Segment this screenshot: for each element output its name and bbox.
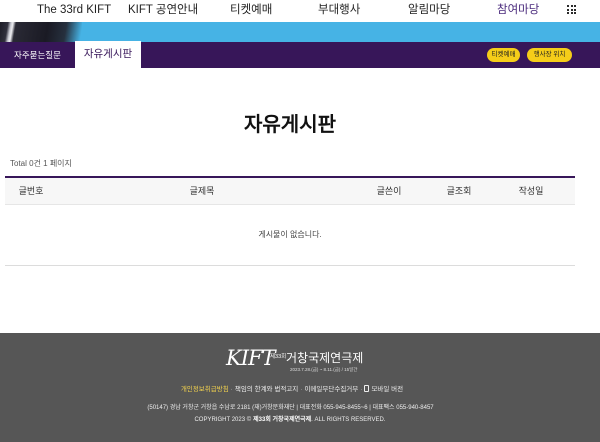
board-table: 글번호 글제목 글쓴이 글조회 작성일 게시물이 없습니다. <box>5 176 575 266</box>
nav-item-ticketing[interactable]: 티켓예매 <box>230 3 272 18</box>
footer-logo: KIFT 제33회 거창국제연극제 2023.7.28.(금) ~ 8.11.(… <box>226 345 376 375</box>
footer: KIFT 제33회 거창국제연극제 2023.7.28.(금) ~ 8.11.(… <box>0 333 600 442</box>
nav-item-notices[interactable]: 알림마당 <box>408 3 450 18</box>
column-header-number: 글번호 <box>18 186 44 196</box>
header-banner-image <box>0 22 82 42</box>
footer-copyright: COPYRIGHT 2023 © 제33회 거창국제연극제. ALL RIGHTS… <box>0 416 580 424</box>
legal-notice-link[interactable]: 책임의 한계와 법적고지 <box>235 386 298 393</box>
empty-row: 게시물이 없습니다. <box>5 205 575 266</box>
empty-message: 게시물이 없습니다. <box>258 230 322 239</box>
sub-navigation: 자주묻는질문 자유게시판 티켓예매 행사장 위치 <box>0 41 600 68</box>
page-title: 자유게시판 <box>244 114 336 136</box>
column-header-author: 글쓴이 <box>376 186 402 196</box>
copyright-organization: 제33회 거창국제연극제 <box>253 417 312 423</box>
column-header-date: 작성일 <box>518 186 544 196</box>
nav-item-side-events[interactable]: 부대행사 <box>318 3 360 18</box>
copyright-suffix: . ALL RIGHTS RESERVED. <box>311 417 386 423</box>
mobile-version-link[interactable]: 모바일 버전 <box>364 385 404 393</box>
footer-address: (50147) 경남 거창군 거창읍 수남로 2181 (재)거창문화재단 | … <box>147 405 434 411</box>
table-header-row: 글번호 글제목 글쓴이 글조회 작성일 <box>5 178 575 205</box>
link-separator: · <box>360 386 363 393</box>
email-collection-refusal-link[interactable]: 이메일무단수집거부 <box>304 386 358 393</box>
logo-mark: KIFT <box>226 346 276 370</box>
link-separator: · <box>300 386 303 393</box>
tab-faq[interactable]: 자주묻는질문 <box>14 42 61 68</box>
mobile-phone-icon <box>364 385 370 392</box>
nav-item-performance-info[interactable]: KIFT 공연안내 <box>128 3 198 18</box>
ticket-booking-button[interactable]: 티켓예매 <box>487 48 520 62</box>
link-separator: · <box>230 386 233 393</box>
top-navigation: The 33rd KIFT KIFT 공연안내 티켓예매 부대행사 알림마당 참… <box>0 0 600 22</box>
column-header-views: 글조회 <box>446 186 472 196</box>
venue-location-button[interactable]: 행사장 위치 <box>527 48 572 62</box>
footer-links: 개인정보취급방침 · 책임의 한계와 법적고지 · 이메일무단수집거부 · 모바일 버전 <box>0 385 584 394</box>
tab-free-board[interactable]: 자유게시판 <box>75 41 141 68</box>
header-banner <box>0 22 600 42</box>
total-count: Total 0건 1 페이지 <box>10 159 72 168</box>
logo-festival-name: 거창국제연극제 <box>286 351 364 365</box>
nav-item-the-33rd-kift[interactable]: The 33rd KIFT <box>37 3 111 18</box>
privacy-policy-link[interactable]: 개인정보취급방침 <box>181 386 229 393</box>
column-header-title: 글제목 <box>189 186 215 196</box>
nav-item-participation[interactable]: 참여마당 <box>497 3 539 18</box>
logo-edition: 제33회 <box>270 354 287 360</box>
logo-dates: 2023.7.28.(금) ~ 8.11.(금) / 15일간 <box>290 367 358 372</box>
copyright-prefix: COPYRIGHT 2023 © <box>194 417 252 423</box>
grid-menu-icon[interactable] <box>567 5 576 14</box>
mobile-version-label: 모바일 버전 <box>371 386 404 393</box>
